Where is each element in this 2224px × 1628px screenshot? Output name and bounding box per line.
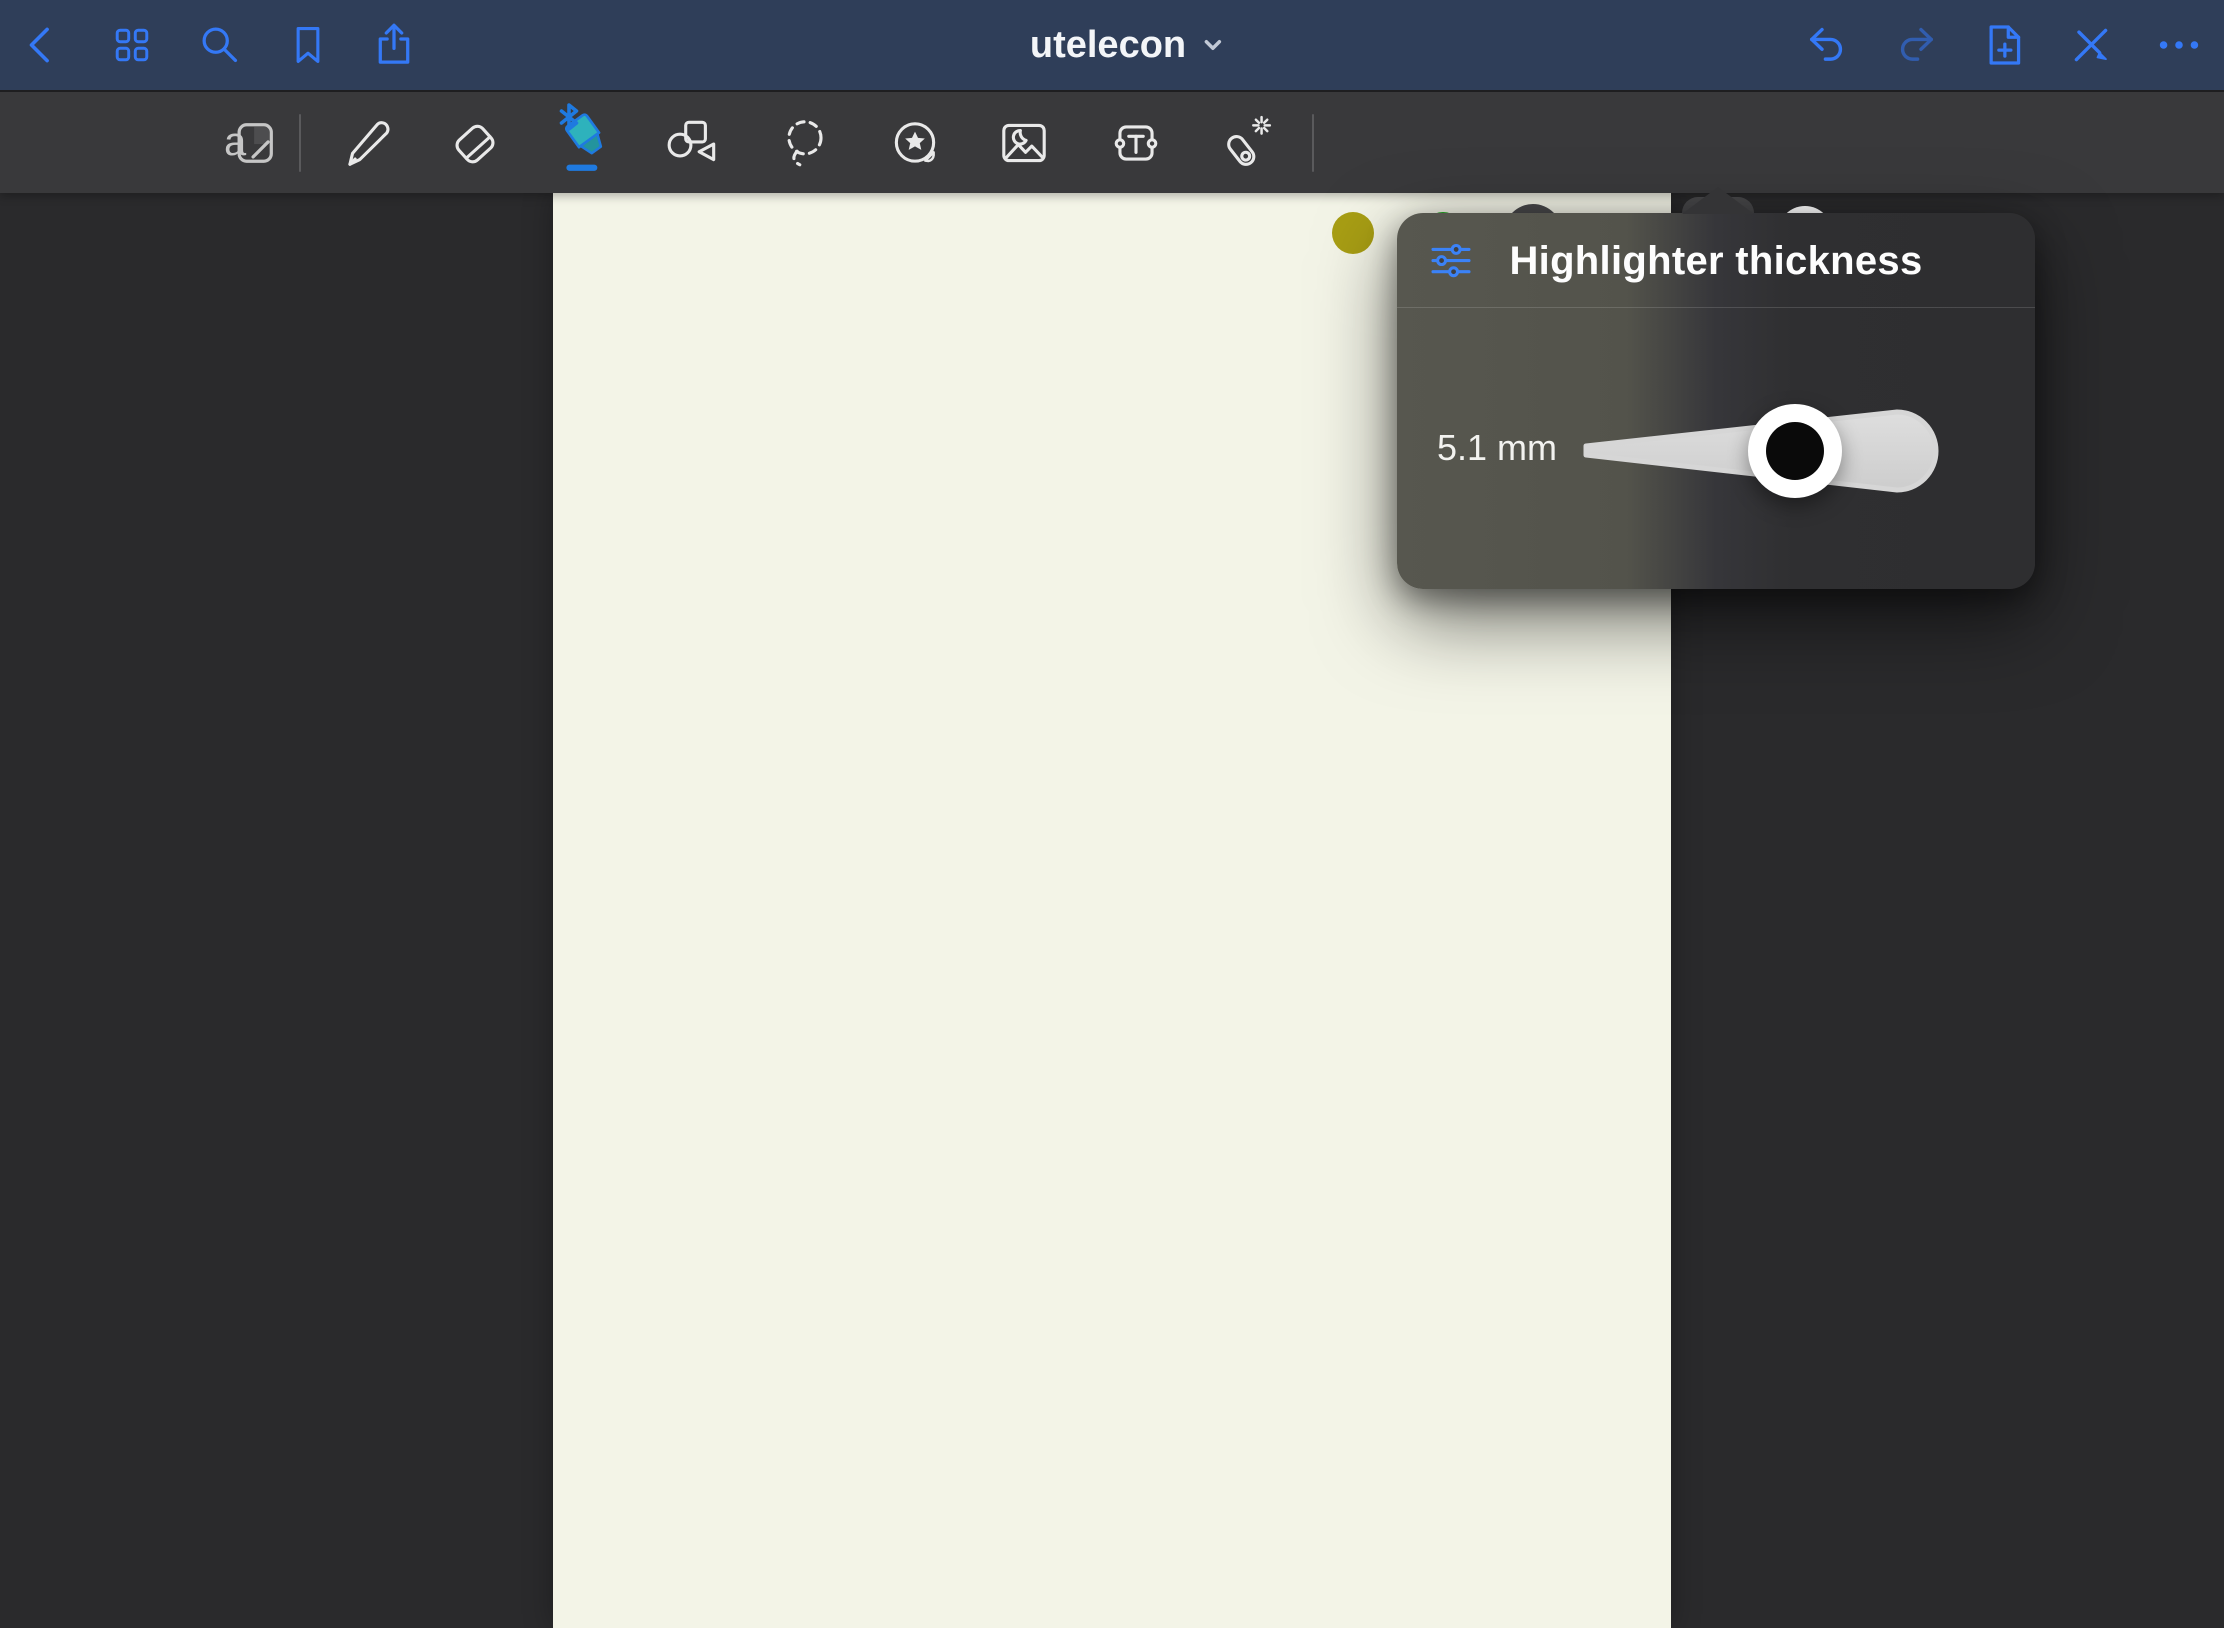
stylus-crossed-icon — [2067, 21, 2115, 69]
popover-title: Highlighter thickness — [1397, 239, 2035, 284]
thickness-slider-knob-dot — [1766, 422, 1824, 480]
shapes-icon — [665, 114, 723, 172]
undo-icon — [1804, 21, 1852, 69]
bluetooth-icon — [556, 102, 582, 135]
tool-image[interactable] — [986, 100, 1062, 186]
add-page-icon — [1980, 21, 2028, 69]
document-title-menu[interactable]: utelecon — [1030, 0, 1226, 90]
thickness-slider-knob[interactable] — [1748, 404, 1842, 498]
redo-button[interactable] — [1887, 17, 1943, 73]
eraser-icon — [446, 114, 504, 172]
share-icon — [370, 21, 418, 69]
bookmark-icon — [285, 22, 331, 68]
tool-pen[interactable] — [328, 100, 404, 186]
image-icon — [995, 114, 1053, 172]
lasso-icon — [777, 114, 835, 172]
thickness-value-label: 5.1 mm — [1437, 427, 1557, 469]
back-button[interactable] — [15, 17, 71, 73]
laser-pointer-icon — [1216, 114, 1274, 172]
ellipsis-icon — [2155, 21, 2203, 69]
redo-icon — [1891, 21, 1939, 69]
back-chevron-icon — [20, 22, 66, 68]
search-icon — [196, 21, 244, 69]
bookmark-button[interactable] — [280, 17, 336, 73]
chevron-down-icon — [1200, 32, 1226, 58]
tool-highlighter[interactable] — [548, 100, 624, 186]
tools-toolbar: a — [0, 90, 2224, 193]
toolbar-divider — [1312, 114, 1314, 172]
undo-button[interactable] — [1800, 17, 1856, 73]
pen-icon — [337, 114, 395, 172]
tool-zoom-window[interactable]: a — [214, 100, 290, 186]
tool-lasso[interactable] — [768, 100, 844, 186]
share-button[interactable] — [366, 17, 422, 73]
add-page-button[interactable] — [1976, 17, 2032, 73]
popover-arrow — [1682, 187, 1754, 214]
text-icon — [1107, 114, 1165, 172]
stylus-readonly-button[interactable] — [2063, 17, 2119, 73]
tool-sticker[interactable] — [877, 100, 953, 186]
popover-header: Highlighter thickness — [1397, 213, 2035, 307]
more-options-button[interactable] — [2151, 17, 2207, 73]
document-title: utelecon — [1030, 24, 1186, 67]
highlighter-thickness-popover: Highlighter thickness 5.1 mm — [1397, 213, 2035, 589]
top-navigation-bar: utelecon — [0, 0, 2224, 90]
svg-text:a: a — [224, 120, 247, 164]
tool-laser-pointer[interactable] — [1207, 100, 1283, 186]
search-button[interactable] — [192, 17, 248, 73]
tool-shapes[interactable] — [656, 100, 732, 186]
grid-icon — [109, 22, 155, 68]
popover-divider — [1397, 307, 2035, 308]
toolbar-divider — [299, 114, 301, 172]
color-swatch-olive[interactable] — [1332, 212, 1374, 254]
zoom-window-icon: a — [222, 113, 282, 173]
tool-text[interactable] — [1098, 100, 1174, 186]
tool-eraser[interactable] — [437, 100, 513, 186]
pages-overview-button[interactable] — [104, 17, 160, 73]
sticker-icon — [886, 114, 944, 172]
